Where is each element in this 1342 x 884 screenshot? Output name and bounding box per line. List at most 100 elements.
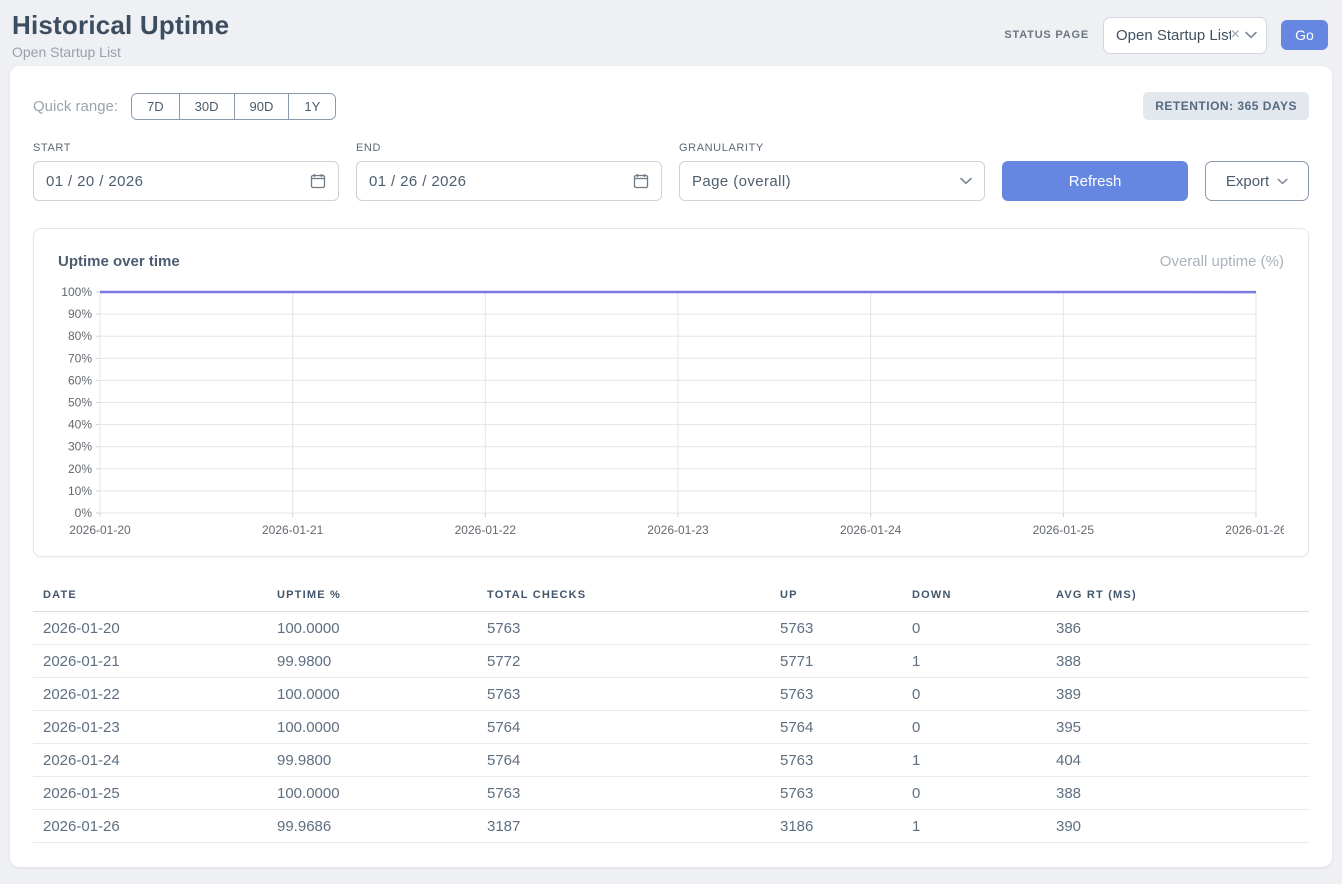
svg-text:2026-01-24: 2026-01-24 [840, 523, 902, 537]
svg-text:2026-01-22: 2026-01-22 [455, 523, 517, 537]
table-cell: 0 [912, 678, 1056, 711]
chevron-down-icon [1245, 31, 1257, 39]
table-row: 2026-01-20100.0000576357630386 [33, 612, 1309, 645]
table-cell: 404 [1056, 744, 1309, 777]
table-cell: 1 [912, 645, 1056, 678]
start-date-field: START 01 / 20 / 2026 [33, 142, 339, 201]
go-button[interactable]: Go [1281, 20, 1328, 50]
column-header: UPTIME % [277, 581, 487, 612]
end-label: END [356, 142, 662, 154]
retention-badge: RETENTION: 365 DAYS [1143, 92, 1309, 120]
calendar-icon[interactable] [310, 173, 326, 189]
table-cell: 5763 [487, 777, 780, 810]
quick-range-row: Quick range: 7D30D90D1Y RETENTION: 365 D… [33, 92, 1309, 120]
table-row: 2026-01-22100.0000576357630389 [33, 678, 1309, 711]
table-cell: 0 [912, 612, 1056, 645]
main-panel: Quick range: 7D30D90D1Y RETENTION: 365 D… [10, 66, 1332, 867]
table-cell: 2026-01-26 [33, 810, 277, 843]
svg-text:2026-01-20: 2026-01-20 [69, 523, 131, 537]
status-page-label: STATUS PAGE [1004, 29, 1089, 41]
table-cell: 395 [1056, 711, 1309, 744]
quick-range-7d[interactable]: 7D [132, 94, 179, 119]
svg-text:70%: 70% [68, 351, 92, 365]
uptime-chart-card: Uptime over time Overall uptime (%) 0% 10… [33, 228, 1309, 557]
table-row: 2026-01-2199.9800577257711388 [33, 645, 1309, 678]
export-button-label: Export [1226, 173, 1269, 190]
svg-text:100%: 100% [61, 286, 92, 299]
calendar-icon[interactable] [633, 173, 649, 189]
table-cell: 99.9800 [277, 645, 487, 678]
status-page-selected-value: Open Startup List [1116, 27, 1231, 44]
page-header: Historical Uptime Open Startup List STAT… [0, 0, 1342, 66]
refresh-button[interactable]: Refresh [1002, 161, 1188, 201]
table-cell: 2026-01-21 [33, 645, 277, 678]
clear-selection-icon[interactable]: × [1231, 27, 1240, 43]
table-cell: 1 [912, 744, 1056, 777]
table-cell: 388 [1056, 645, 1309, 678]
quick-range-30d[interactable]: 30D [179, 94, 234, 119]
start-date-input[interactable]: 01 / 20 / 2026 [33, 161, 339, 201]
table-cell: 3186 [780, 810, 912, 843]
table-cell: 2026-01-20 [33, 612, 277, 645]
table-cell: 100.0000 [277, 711, 487, 744]
chart-legend: Overall uptime (%) [1160, 253, 1284, 270]
quick-range-1y[interactable]: 1Y [288, 94, 335, 119]
chevron-down-icon [960, 177, 972, 185]
svg-text:2026-01-23: 2026-01-23 [647, 523, 709, 537]
chart-title: Uptime over time [58, 253, 180, 270]
table-cell: 2026-01-23 [33, 711, 277, 744]
end-date-value: 01 / 26 / 2026 [369, 173, 633, 190]
granularity-select[interactable]: Page (overall) [679, 161, 985, 201]
start-label: START [33, 142, 339, 154]
column-header: UP [780, 581, 912, 612]
svg-text:90%: 90% [68, 307, 92, 321]
table-cell: 5763 [780, 777, 912, 810]
svg-text:50%: 50% [68, 396, 92, 410]
uptime-table: DATEUPTIME %TOTAL CHECKSUPDOWNAVG RT (MS… [33, 581, 1309, 843]
column-header: TOTAL CHECKS [487, 581, 780, 612]
table-cell: 390 [1056, 810, 1309, 843]
uptime-line-chart: 0%10%20%30%40%50%60%70%80%90%100%2026-01… [58, 286, 1284, 540]
page-subtitle: Open Startup List [12, 44, 229, 60]
table-cell: 0 [912, 711, 1056, 744]
quick-range-90d[interactable]: 90D [234, 94, 289, 119]
svg-text:2026-01-21: 2026-01-21 [262, 523, 324, 537]
chevron-down-icon [1277, 178, 1288, 185]
table-body: 2026-01-20100.00005763576303862026-01-21… [33, 612, 1309, 843]
status-page-select[interactable]: Open Startup List × [1103, 17, 1267, 54]
svg-text:80%: 80% [68, 329, 92, 343]
export-button[interactable]: Export [1205, 161, 1309, 201]
svg-text:2026-01-25: 2026-01-25 [1033, 523, 1095, 537]
table-header: DATEUPTIME %TOTAL CHECKSUPDOWNAVG RT (MS… [33, 581, 1309, 612]
filter-fields-row: START 01 / 20 / 2026 END 01 / 26 / 2026 [33, 142, 1309, 201]
table-cell: 2026-01-24 [33, 744, 277, 777]
start-date-value: 01 / 20 / 2026 [46, 173, 310, 190]
table-cell: 99.9686 [277, 810, 487, 843]
page-title: Historical Uptime [12, 10, 229, 41]
table-cell: 5763 [487, 612, 780, 645]
table-cell: 5763 [487, 678, 780, 711]
table-cell: 5763 [780, 678, 912, 711]
table-cell: 388 [1056, 777, 1309, 810]
table-cell: 0 [912, 777, 1056, 810]
table-cell: 2026-01-22 [33, 678, 277, 711]
granularity-value: Page (overall) [692, 173, 960, 190]
svg-text:40%: 40% [68, 418, 92, 432]
granularity-label: GRANULARITY [679, 142, 985, 154]
column-header: AVG RT (MS) [1056, 581, 1309, 612]
table-cell: 5772 [487, 645, 780, 678]
column-header: DOWN [912, 581, 1056, 612]
table-cell: 386 [1056, 612, 1309, 645]
table-cell: 100.0000 [277, 678, 487, 711]
quick-range-label: Quick range: [33, 98, 118, 115]
status-page-controls: STATUS PAGE Open Startup List × Go [1004, 17, 1328, 54]
table-cell: 389 [1056, 678, 1309, 711]
table-cell: 5771 [780, 645, 912, 678]
svg-text:0%: 0% [75, 506, 93, 520]
end-date-input[interactable]: 01 / 26 / 2026 [356, 161, 662, 201]
table-row: 2026-01-25100.0000576357630388 [33, 777, 1309, 810]
svg-text:60%: 60% [68, 373, 92, 387]
column-header: DATE [33, 581, 277, 612]
granularity-field: GRANULARITY Page (overall) [679, 142, 985, 201]
table-cell: 100.0000 [277, 612, 487, 645]
